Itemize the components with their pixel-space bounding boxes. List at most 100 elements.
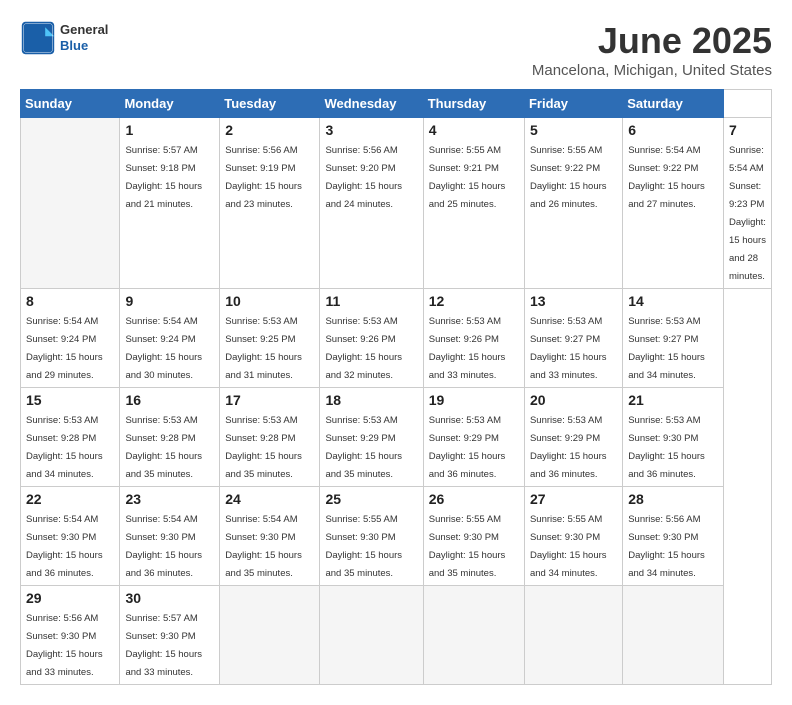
day-info: Sunrise: 5:54 AMSunset: 9:22 PMDaylight:… (628, 145, 705, 210)
table-row (220, 586, 320, 685)
day-number: 16 (125, 392, 214, 408)
day-number: 23 (125, 491, 214, 507)
day-number: 15 (26, 392, 114, 408)
table-row: 9 Sunrise: 5:54 AMSunset: 9:24 PMDayligh… (120, 289, 220, 388)
day-number: 28 (628, 491, 718, 507)
table-row: 21 Sunrise: 5:53 AMSunset: 9:30 PMDaylig… (623, 388, 724, 487)
day-number: 6 (628, 122, 718, 138)
table-row: 2 Sunrise: 5:56 AMSunset: 9:19 PMDayligh… (220, 118, 320, 289)
day-info: Sunrise: 5:56 AMSunset: 9:30 PMDaylight:… (628, 514, 705, 579)
table-row: 22 Sunrise: 5:54 AMSunset: 9:30 PMDaylig… (21, 487, 120, 586)
day-number: 10 (225, 293, 314, 309)
day-number: 17 (225, 392, 314, 408)
table-row: 23 Sunrise: 5:54 AMSunset: 9:30 PMDaylig… (120, 487, 220, 586)
day-number: 9 (125, 293, 214, 309)
logo-line1: General (60, 22, 108, 38)
table-row: 16 Sunrise: 5:53 AMSunset: 9:28 PMDaylig… (120, 388, 220, 487)
day-info: Sunrise: 5:56 AMSunset: 9:20 PMDaylight:… (325, 145, 402, 210)
table-row: 28 Sunrise: 5:56 AMSunset: 9:30 PMDaylig… (623, 487, 724, 586)
logo-text: General Blue (60, 22, 108, 53)
table-row: 20 Sunrise: 5:53 AMSunset: 9:29 PMDaylig… (524, 388, 622, 487)
day-number: 2 (225, 122, 314, 138)
table-row (21, 118, 120, 289)
table-row: 13 Sunrise: 5:53 AMSunset: 9:27 PMDaylig… (524, 289, 622, 388)
day-info: Sunrise: 5:53 AMSunset: 9:26 PMDaylight:… (429, 316, 506, 381)
day-info: Sunrise: 5:53 AMSunset: 9:28 PMDaylight:… (26, 415, 103, 480)
table-row (623, 586, 724, 685)
table-row: 24 Sunrise: 5:54 AMSunset: 9:30 PMDaylig… (220, 487, 320, 586)
table-row: 7 Sunrise: 5:54 AMSunset: 9:23 PMDayligh… (723, 118, 771, 289)
day-info: Sunrise: 5:54 AMSunset: 9:30 PMDaylight:… (225, 514, 302, 579)
day-number: 13 (530, 293, 617, 309)
day-info: Sunrise: 5:57 AMSunset: 9:30 PMDaylight:… (125, 613, 202, 678)
day-info: Sunrise: 5:53 AMSunset: 9:30 PMDaylight:… (628, 415, 705, 480)
table-row: 4 Sunrise: 5:55 AMSunset: 9:21 PMDayligh… (423, 118, 524, 289)
week-row-2: 15 Sunrise: 5:53 AMSunset: 9:28 PMDaylig… (21, 388, 772, 487)
day-number: 8 (26, 293, 114, 309)
day-number: 5 (530, 122, 617, 138)
title-area: June 2025 Mancelona, Michigan, United St… (532, 20, 772, 79)
day-info: Sunrise: 5:55 AMSunset: 9:30 PMDaylight:… (325, 514, 402, 579)
table-row: 26 Sunrise: 5:55 AMSunset: 9:30 PMDaylig… (423, 487, 524, 586)
day-info: Sunrise: 5:55 AMSunset: 9:21 PMDaylight:… (429, 145, 506, 210)
table-row: 3 Sunrise: 5:56 AMSunset: 9:20 PMDayligh… (320, 118, 423, 289)
day-number: 7 (729, 122, 766, 138)
header-sunday: Sunday (21, 90, 120, 118)
day-number: 12 (429, 293, 519, 309)
table-row: 10 Sunrise: 5:53 AMSunset: 9:25 PMDaylig… (220, 289, 320, 388)
day-info: Sunrise: 5:54 AMSunset: 9:24 PMDaylight:… (26, 316, 103, 381)
day-info: Sunrise: 5:53 AMSunset: 9:26 PMDaylight:… (325, 316, 402, 381)
day-info: Sunrise: 5:54 AMSunset: 9:30 PMDaylight:… (125, 514, 202, 579)
table-row: 25 Sunrise: 5:55 AMSunset: 9:30 PMDaylig… (320, 487, 423, 586)
day-number: 14 (628, 293, 718, 309)
day-number: 1 (125, 122, 214, 138)
day-number: 27 (530, 491, 617, 507)
day-number: 11 (325, 293, 417, 309)
table-row: 29 Sunrise: 5:56 AMSunset: 9:30 PMDaylig… (21, 586, 120, 685)
day-info: Sunrise: 5:54 AMSunset: 9:30 PMDaylight:… (26, 514, 103, 579)
logo: General Blue (20, 20, 108, 56)
day-number: 19 (429, 392, 519, 408)
week-row-0: 1 Sunrise: 5:57 AMSunset: 9:18 PMDayligh… (21, 118, 772, 289)
calendar-table: SundayMondayTuesdayWednesdayThursdayFrid… (20, 89, 772, 685)
table-row: 15 Sunrise: 5:53 AMSunset: 9:28 PMDaylig… (21, 388, 120, 487)
week-row-3: 22 Sunrise: 5:54 AMSunset: 9:30 PMDaylig… (21, 487, 772, 586)
day-info: Sunrise: 5:55 AMSunset: 9:30 PMDaylight:… (429, 514, 506, 579)
day-info: Sunrise: 5:56 AMSunset: 9:30 PMDaylight:… (26, 613, 103, 678)
day-info: Sunrise: 5:54 AMSunset: 9:24 PMDaylight:… (125, 316, 202, 381)
day-info: Sunrise: 5:56 AMSunset: 9:19 PMDaylight:… (225, 145, 302, 210)
day-number: 20 (530, 392, 617, 408)
day-number: 3 (325, 122, 417, 138)
table-row (320, 586, 423, 685)
day-number: 25 (325, 491, 417, 507)
day-number: 4 (429, 122, 519, 138)
table-row: 14 Sunrise: 5:53 AMSunset: 9:27 PMDaylig… (623, 289, 724, 388)
week-row-1: 8 Sunrise: 5:54 AMSunset: 9:24 PMDayligh… (21, 289, 772, 388)
day-info: Sunrise: 5:53 AMSunset: 9:29 PMDaylight:… (325, 415, 402, 480)
day-number: 24 (225, 491, 314, 507)
day-number: 26 (429, 491, 519, 507)
day-info: Sunrise: 5:53 AMSunset: 9:29 PMDaylight:… (429, 415, 506, 480)
day-info: Sunrise: 5:54 AMSunset: 9:23 PMDaylight:… (729, 145, 766, 282)
day-info: Sunrise: 5:53 AMSunset: 9:25 PMDaylight:… (225, 316, 302, 381)
day-info: Sunrise: 5:53 AMSunset: 9:29 PMDaylight:… (530, 415, 607, 480)
logo-line2: Blue (60, 38, 108, 54)
header-thursday: Thursday (423, 90, 524, 118)
day-number: 18 (325, 392, 417, 408)
header-tuesday: Tuesday (220, 90, 320, 118)
table-row: 1 Sunrise: 5:57 AMSunset: 9:18 PMDayligh… (120, 118, 220, 289)
week-row-4: 29 Sunrise: 5:56 AMSunset: 9:30 PMDaylig… (21, 586, 772, 685)
header-row: SundayMondayTuesdayWednesdayThursdayFrid… (21, 90, 772, 118)
table-row: 19 Sunrise: 5:53 AMSunset: 9:29 PMDaylig… (423, 388, 524, 487)
day-number: 21 (628, 392, 718, 408)
calendar-title: June 2025 (532, 20, 772, 62)
table-row: 5 Sunrise: 5:55 AMSunset: 9:22 PMDayligh… (524, 118, 622, 289)
table-row: 27 Sunrise: 5:55 AMSunset: 9:30 PMDaylig… (524, 487, 622, 586)
table-row (423, 586, 524, 685)
header-monday: Monday (120, 90, 220, 118)
day-info: Sunrise: 5:55 AMSunset: 9:22 PMDaylight:… (530, 145, 607, 210)
day-number: 29 (26, 590, 114, 606)
day-info: Sunrise: 5:55 AMSunset: 9:30 PMDaylight:… (530, 514, 607, 579)
table-row: 11 Sunrise: 5:53 AMSunset: 9:26 PMDaylig… (320, 289, 423, 388)
logo-icon (20, 20, 56, 56)
